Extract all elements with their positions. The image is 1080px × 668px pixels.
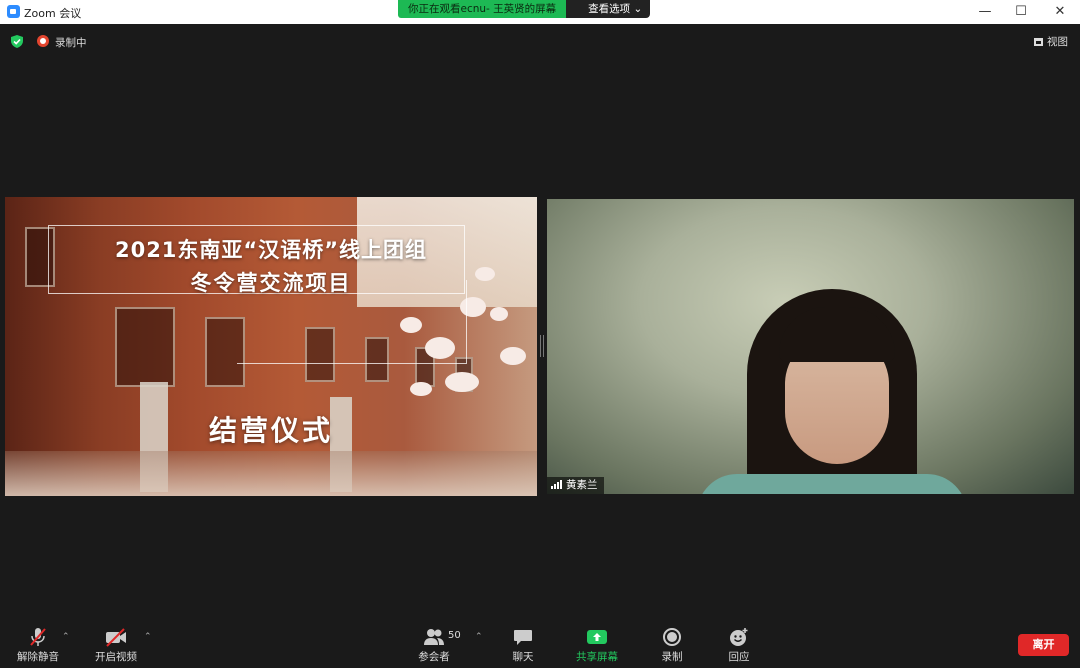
participants-options-caret-icon[interactable]: ⌃ <box>475 632 483 642</box>
video-options-caret-icon[interactable]: ⌃ <box>144 632 152 642</box>
microphone-muted-icon <box>30 628 46 646</box>
split-view-resize-handle[interactable] <box>540 335 544 357</box>
record-label: 录制 <box>661 651 683 663</box>
slide-title-line1: 2021东南亚“汉语桥”线上团组 <box>114 238 428 262</box>
participants-label: 参会者 <box>418 651 450 663</box>
audio-options-caret-icon[interactable]: ⌃ <box>62 632 70 642</box>
blossom <box>445 372 479 392</box>
view-options-button[interactable]: 查看选项 ⌄ <box>566 0 651 18</box>
slide-subtitle: 结营仪式 <box>208 414 333 447</box>
share-screen-label: 共享屏幕 <box>576 651 618 663</box>
view-button[interactable]: 视图 <box>1034 34 1068 49</box>
security-shield-icon[interactable] <box>11 35 23 48</box>
connection-signal-icon <box>551 480 562 489</box>
participants-icon <box>424 629 444 645</box>
share-screen-button[interactable]: 共享屏幕 <box>572 626 622 666</box>
blossom <box>490 307 508 321</box>
screen-share-banner: 你正在观看ecnu- 王英贤的屏幕 查看选项 ⌄ <box>398 0 651 18</box>
close-button[interactable]: ✕ <box>1040 0 1080 24</box>
shared-screen-slide[interactable]: 2021东南亚“汉语桥”线上团组 冬令营交流项目 结营仪式 <box>5 197 537 496</box>
start-video-label: 开启视频 <box>95 651 137 663</box>
record-button[interactable]: 录制 <box>657 626 687 666</box>
blossom <box>500 347 526 365</box>
participant-video-tile[interactable]: 黄素兰 <box>547 199 1074 494</box>
chat-button[interactable]: 聊天 <box>508 626 538 666</box>
unmute-button[interactable]: 解除静音 <box>14 626 62 666</box>
participant-name-tag: 黄素兰 <box>547 477 604 494</box>
window-title: Zoom 会议 <box>24 7 82 20</box>
video-camera-off-icon <box>106 628 126 647</box>
maximize-button[interactable]: ☐ <box>1001 0 1041 24</box>
reactions-label: 回应 <box>728 651 750 663</box>
recording-icon <box>37 35 49 47</box>
participant-name: 黄素兰 <box>566 479 598 491</box>
leave-meeting-button[interactable]: 离开 <box>1018 634 1069 656</box>
view-label: 视图 <box>1047 36 1068 48</box>
smiley-reaction-icon <box>730 628 748 646</box>
share-screen-icon <box>587 630 607 644</box>
slide-title-line2: 冬令营交流项目 <box>190 271 352 295</box>
chat-bubble-icon <box>514 630 532 645</box>
zoom-logo-icon <box>7 5 20 18</box>
minimize-button[interactable]: — <box>965 0 1005 24</box>
view-grid-icon <box>1034 38 1043 46</box>
participant-shoulders <box>697 474 967 494</box>
start-video-button[interactable]: 开启视频 <box>92 626 140 666</box>
slide-ground <box>5 451 537 496</box>
participant-count: 50 <box>448 630 461 641</box>
unmute-label: 解除静音 <box>17 651 59 663</box>
blossom <box>410 382 432 396</box>
building-window <box>115 307 175 387</box>
record-icon <box>663 628 681 646</box>
viewing-share-message: 你正在观看ecnu- 王英贤的屏幕 <box>398 0 567 18</box>
zoom-meeting-window: Zoom 会议 — ☐ ✕ 你正在观看ecnu- 王英贤的屏幕 查看选项 ⌄ 录… <box>0 0 1080 668</box>
recording-status[interactable]: 录制中 <box>55 35 87 50</box>
reactions-button[interactable]: 回应 <box>724 626 754 666</box>
chat-label: 聊天 <box>512 651 534 663</box>
